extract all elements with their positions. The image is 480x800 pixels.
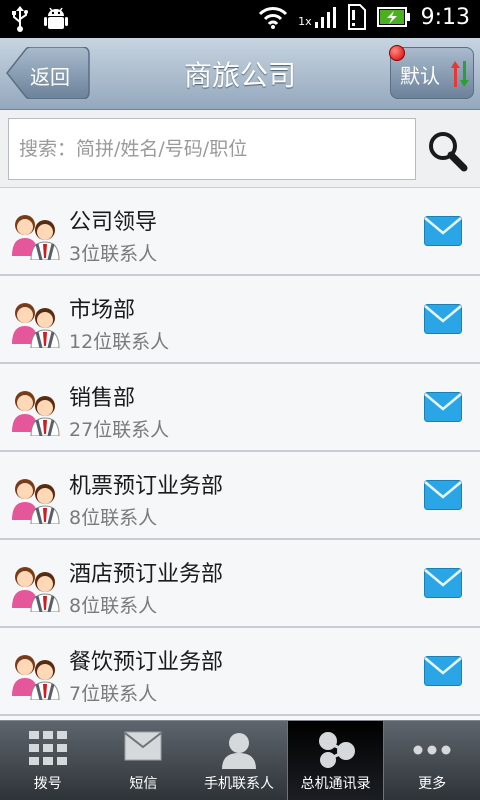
page-title: 商旅公司 xyxy=(183,59,296,92)
tab-sms[interactable]: 短信 xyxy=(96,721,192,800)
contact-group-icon xyxy=(12,303,60,348)
list-item[interactable]: 公司领导 3位联系人 xyxy=(0,188,480,276)
status-time: 9:13 xyxy=(420,4,470,30)
mail-icon[interactable] xyxy=(424,392,462,422)
tab-label: 短信 xyxy=(129,776,158,792)
android-debug-icon xyxy=(44,7,68,29)
back-label: 返回 xyxy=(30,65,70,89)
contact-count: 27位联系人 xyxy=(69,419,170,441)
battery-charging-icon xyxy=(376,7,410,27)
network-type-label: 1x xyxy=(298,15,312,28)
contact-count: 8位联系人 xyxy=(69,507,158,529)
department-list: 公司领导 3位联系人 市场部 12位联系人 销售部 27位联系人 机票预订业务部… xyxy=(0,188,480,720)
contact-group-icon xyxy=(12,391,60,436)
list-item[interactable]: 机票预订业务部 8位联系人 xyxy=(0,452,480,540)
tab-dialpad[interactable]: 拨号 xyxy=(0,721,96,800)
mail-icon[interactable] xyxy=(424,304,462,334)
back-button[interactable]: 返回 xyxy=(6,47,90,99)
list-item[interactable]: 市场部 12位联系人 xyxy=(0,276,480,364)
contact-group-icon xyxy=(12,215,60,260)
department-name: 机票预订业务部 xyxy=(69,474,224,499)
search-icon xyxy=(429,132,468,172)
contact-count: 8位联系人 xyxy=(69,595,158,617)
sim-card-icon xyxy=(347,4,366,30)
status-bar: 1x 9:13 xyxy=(0,0,480,38)
bottom-tab-bar: 拨号 短信 手机联系人 总机通讯录 更多 xyxy=(0,720,480,800)
title-bar: 返回 商旅公司 默认 xyxy=(0,38,480,110)
mail-icon[interactable] xyxy=(424,656,462,686)
tab-label: 拨号 xyxy=(33,776,62,792)
network-icon xyxy=(318,732,355,768)
search-input[interactable] xyxy=(8,118,416,180)
contact-count: 3位联系人 xyxy=(69,243,158,265)
list-item[interactable]: 销售部 27位联系人 xyxy=(0,364,480,452)
tab-more[interactable]: 更多 xyxy=(384,721,480,800)
person-icon xyxy=(221,733,256,769)
sort-label: 默认 xyxy=(400,64,440,88)
search-button[interactable] xyxy=(426,130,470,174)
mail-icon[interactable] xyxy=(424,568,462,598)
contact-group-icon xyxy=(12,655,60,700)
mail-icon[interactable] xyxy=(424,216,462,246)
department-name: 市场部 xyxy=(69,298,136,323)
tab-phone-contacts[interactable]: 手机联系人 xyxy=(191,721,287,800)
sort-arrows-icon xyxy=(451,61,469,87)
tab-switchboard-directory[interactable]: 总机通讯录 xyxy=(286,721,385,800)
usb-icon xyxy=(12,6,28,32)
contact-count: 7位联系人 xyxy=(69,683,158,705)
dialpad-icon xyxy=(28,731,67,765)
contact-group-icon xyxy=(12,567,60,612)
more-dots-icon xyxy=(413,745,451,755)
mail-icon[interactable] xyxy=(424,480,462,510)
contact-group-icon xyxy=(12,479,60,524)
department-name: 销售部 xyxy=(69,386,136,411)
signal-strength-icon xyxy=(314,7,336,28)
tab-label: 手机联系人 xyxy=(203,776,274,792)
search-area xyxy=(0,110,480,188)
tab-label: 更多 xyxy=(418,776,447,792)
list-item[interactable]: 餐饮预订业务部 7位联系人 xyxy=(0,628,480,716)
tab-label: 总机通讯录 xyxy=(300,776,371,792)
notification-dot xyxy=(389,45,405,61)
app-window: 1x 9:13 返回 商旅公司 默认 搜索：简拼/姓名/号码/职位 公司领导 3… xyxy=(0,0,480,800)
envelope-icon xyxy=(124,731,163,761)
list-item[interactable]: 酒店预订业务部 8位联系人 xyxy=(0,540,480,628)
department-name: 公司领导 xyxy=(69,210,158,235)
sort-default-button[interactable]: 默认 xyxy=(389,45,474,99)
contact-count: 12位联系人 xyxy=(69,331,170,353)
wifi-icon xyxy=(258,7,288,29)
department-name: 酒店预订业务部 xyxy=(69,562,224,587)
department-name: 餐饮预订业务部 xyxy=(69,650,224,675)
